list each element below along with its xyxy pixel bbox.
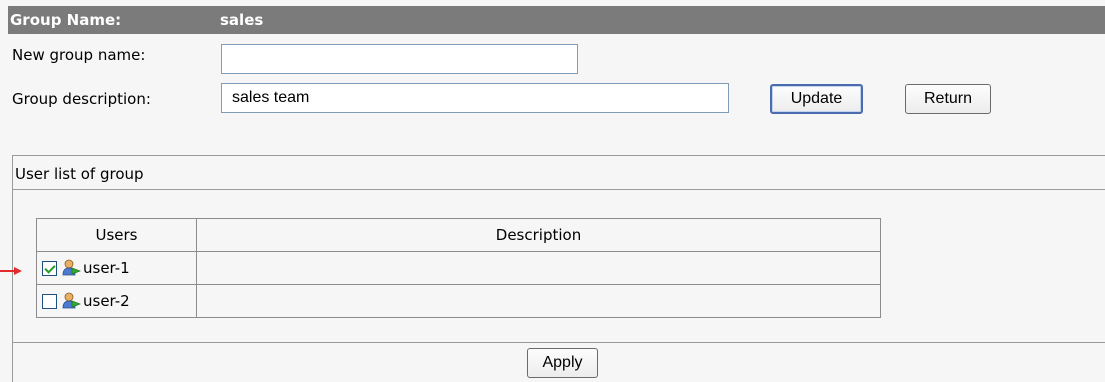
table-row: user-2	[36, 284, 881, 318]
new-group-name-label: New group name:	[12, 46, 146, 64]
new-group-name-input[interactable]	[221, 44, 578, 74]
section-divider	[13, 342, 1105, 343]
user-icon	[62, 292, 81, 309]
group-name-header: Group Name: sales	[8, 6, 1105, 34]
group-name-value: sales	[220, 11, 264, 29]
user-1-checkbox[interactable]	[42, 260, 57, 276]
user-2-checkbox[interactable]	[42, 293, 57, 309]
user-list-title: User list of group	[15, 165, 144, 183]
group-description-label: Group description:	[12, 90, 151, 108]
column-header-description: Description	[196, 218, 881, 252]
user-name: user-2	[83, 292, 130, 310]
user-description	[196, 251, 881, 285]
apply-button[interactable]: Apply	[527, 348, 598, 378]
column-header-users: Users	[36, 218, 197, 252]
user-icon	[62, 259, 81, 276]
group-description-input[interactable]	[221, 83, 729, 113]
red-arrow-icon	[0, 267, 22, 275]
group-edit-page: Group Name: sales New group name: Group …	[0, 0, 1105, 382]
user-table: Users Description user-1 user-2	[36, 218, 881, 318]
table-row: user-1	[36, 251, 881, 285]
group-name-label: Group Name:	[10, 11, 122, 29]
user-name: user-1	[83, 259, 130, 277]
user-list-section: User list of group Users Description use…	[12, 155, 1105, 382]
return-button[interactable]: Return	[905, 84, 991, 114]
user-description	[196, 284, 881, 318]
table-header-row: Users Description	[36, 218, 881, 252]
section-divider	[13, 189, 1105, 190]
update-button[interactable]: Update	[770, 84, 863, 114]
